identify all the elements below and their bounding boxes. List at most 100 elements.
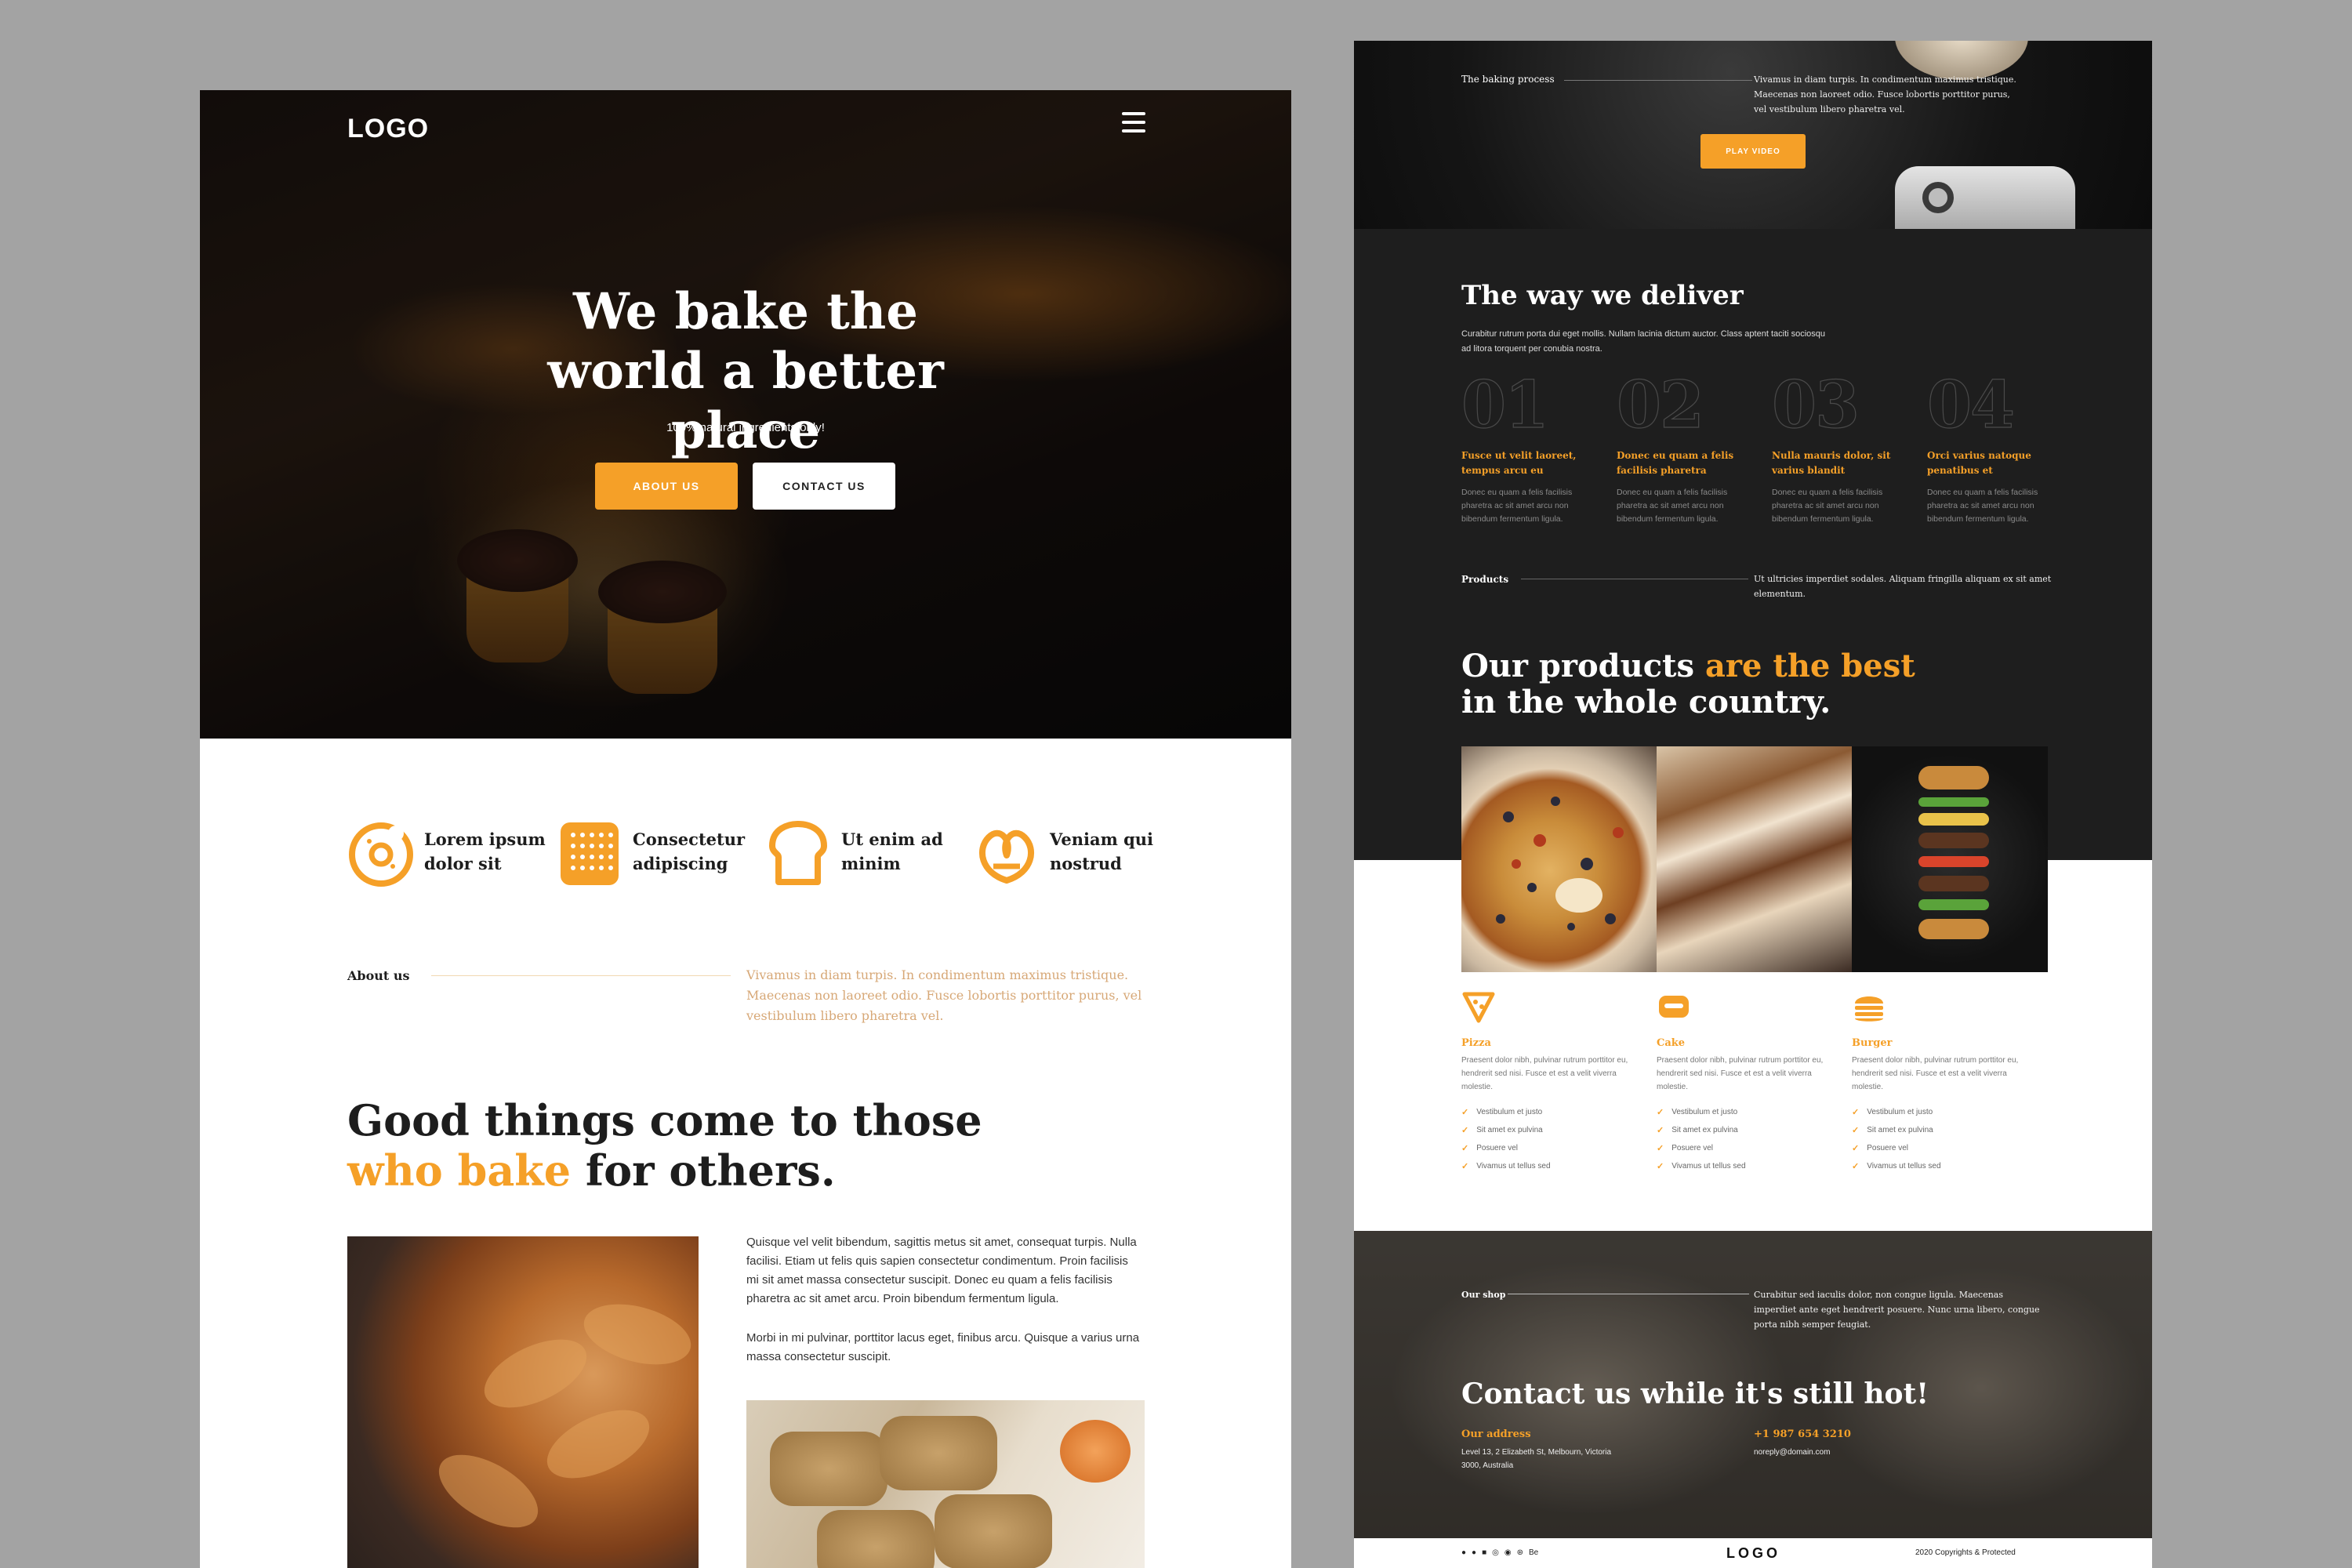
- check-icon: ✓: [1461, 1162, 1469, 1171]
- list-item-label: Vivamus ut tellus sed: [1867, 1162, 1941, 1171]
- feature-item: Lorem ipsum dolor sit: [347, 818, 546, 896]
- dribbble-icon[interactable]: ⊛: [1517, 1548, 1523, 1557]
- contact-us-button[interactable]: CONTACT US: [753, 463, 895, 510]
- step-description: Donec eu quam a felis facilisis pharetra…: [1927, 488, 2038, 524]
- list-item-label: Vivamus ut tellus sed: [1671, 1162, 1746, 1171]
- list-item: ✓ Vivamus ut tellus sed: [1657, 1157, 1845, 1175]
- check-icon: ✓: [1657, 1108, 1664, 1117]
- step-description: Donec eu quam a felis facilisis pharetra…: [1461, 488, 1573, 524]
- feature-label: Consectetur adipiscing: [633, 829, 746, 873]
- behance-icon[interactable]: Be: [1529, 1548, 1538, 1557]
- footer-logo[interactable]: LOGO: [1726, 1545, 1780, 1562]
- heading-part: Our products: [1461, 648, 1695, 684]
- hero-section: LOGO We bake the world a better place 10…: [200, 90, 1291, 739]
- step-title: Fusce ut velit laoreet, tempus arcu eu: [1461, 450, 1577, 476]
- burger-image: [1852, 746, 2048, 972]
- address-text: Level 13, 2 Elizabeth St, Melbourn, Vict…: [1461, 1448, 1612, 1470]
- product-name: Pizza: [1461, 1037, 1491, 1049]
- delivery-step: 02 Donec eu quam a felis facilisis phare…: [1616, 368, 1750, 526]
- list-item-label: Vivamus ut tellus sed: [1476, 1162, 1551, 1171]
- list-item: ✓ Posuere vel: [1657, 1139, 1845, 1157]
- phone-link[interactable]: +1 987 654 3210: [1754, 1428, 1851, 1440]
- heading-part: in the whole country.: [1461, 684, 1831, 720]
- check-icon: ✓: [1657, 1144, 1664, 1153]
- pretzel-icon: [979, 829, 1034, 884]
- list-item: ✓ Sit amet ex pulvina: [1657, 1121, 1845, 1139]
- check-icon: ✓: [1461, 1108, 1469, 1117]
- list-item-label: Posuere vel: [1671, 1144, 1714, 1152]
- list-item-label: Posuere vel: [1867, 1144, 1909, 1152]
- pinterest-icon[interactable]: ◉: [1504, 1548, 1512, 1557]
- product-card: Pizza Praesent dolor nibh, pulvinar rutr…: [1461, 989, 1650, 1175]
- check-icon: ✓: [1657, 1126, 1664, 1135]
- step-number: 02: [1616, 368, 1704, 443]
- delivery-step: 03 Nulla mauris dolor, sit varius blandi…: [1771, 368, 1905, 526]
- our-shop-text: Curabitur sed iaculis dolor, non congue …: [1754, 1290, 2040, 1330]
- contact-heading: Contact us while it's still hot!: [1461, 1377, 1929, 1410]
- bread-icon: [769, 821, 827, 885]
- about-us-label: About us: [347, 968, 410, 983]
- check-icon: ✓: [1852, 1144, 1860, 1153]
- social-links: ● ● ■ ◎ ◉ ⊛ Be: [1461, 1548, 1538, 1557]
- step-number: 04: [1926, 368, 2015, 443]
- body-paragraph: Quisque vel velit bibendum, sagittis met…: [746, 1236, 1137, 1305]
- address-label: Our address: [1461, 1428, 1531, 1440]
- divider: [431, 975, 731, 976]
- feature-item: Veniam qui nostrud: [973, 818, 1169, 896]
- divider: [1564, 80, 1752, 81]
- list-item: ✓ Posuere vel: [1461, 1139, 1650, 1157]
- check-icon: ✓: [1461, 1126, 1469, 1135]
- heading-part: Good things come to those: [347, 1095, 982, 1145]
- good-things-heading: Good things come to those who bake for o…: [347, 1095, 1053, 1196]
- product-feature-list: ✓ Vestibulum et justo ✓ Sit amet ex pulvin…: [1461, 1103, 1650, 1175]
- burger-icon: [1855, 996, 1883, 1022]
- scones-image: [746, 1400, 1145, 1568]
- feature-item: Ut enim ad minim: [764, 818, 960, 896]
- list-item: ✓ Vivamus ut tellus sed: [1852, 1157, 2040, 1175]
- step-title: Nulla mauris dolor, sit varius blandit: [1772, 450, 1891, 476]
- step-number: 01: [1461, 368, 1549, 443]
- copyright-text: 2020 Copyrights & Protected: [1915, 1548, 2016, 1557]
- deliver-heading: The way we deliver: [1461, 280, 1744, 311]
- instagram-icon[interactable]: ◎: [1492, 1548, 1499, 1557]
- list-item: ✓ Vivamus ut tellus sed: [1461, 1157, 1650, 1175]
- list-item-label: Vestibulum et justo: [1867, 1108, 1933, 1116]
- feature-label: Veniam qui nostrud: [1050, 829, 1154, 873]
- check-icon: ✓: [1852, 1108, 1860, 1117]
- product-description: Praesent dolor nibh, pulvinar rutrum por…: [1852, 1056, 2019, 1091]
- pizza-image: [1461, 746, 1657, 972]
- youtube-icon[interactable]: ■: [1482, 1548, 1486, 1557]
- about-us-button[interactable]: ABOUT US: [595, 463, 738, 510]
- list-item: ✓ Vestibulum et justo: [1852, 1103, 2040, 1121]
- step-description: Donec eu quam a felis facilisis pharetra…: [1772, 488, 1883, 524]
- hamburger-menu-icon[interactable]: [1122, 112, 1145, 136]
- check-icon: ✓: [1461, 1144, 1469, 1153]
- site-logo[interactable]: LOGO: [347, 114, 429, 144]
- cake-image: [1657, 746, 1853, 972]
- product-card: Burger Praesent dolor nibh, pulvinar rut…: [1852, 989, 2040, 1175]
- product-description: Praesent dolor nibh, pulvinar rutrum por…: [1461, 1056, 1628, 1091]
- step-title: Orci varius natoque penatibus et: [1927, 450, 2031, 476]
- play-video-button[interactable]: PLAY VIDEO: [1700, 134, 1806, 169]
- facebook-icon[interactable]: ●: [1461, 1548, 1466, 1557]
- twitter-icon[interactable]: ●: [1472, 1548, 1476, 1557]
- list-item-label: Posuere vel: [1476, 1144, 1519, 1152]
- list-item: ✓ Posuere vel: [1852, 1139, 2040, 1157]
- step-number: 03: [1771, 368, 1860, 443]
- list-item-label: Sit amet ex pulvina: [1671, 1126, 1738, 1134]
- products-text: Ut ultricies imperdiet sodales. Aliquam …: [1754, 574, 2052, 599]
- feature-label: Lorem ipsum dolor sit: [424, 829, 546, 873]
- list-item-label: Sit amet ex pulvina: [1867, 1126, 1933, 1134]
- about-us-text: Vivamus in diam turpis. In condimentum m…: [746, 967, 1142, 1023]
- list-item-label: Sit amet ex pulvina: [1476, 1126, 1543, 1134]
- our-shop-label: Our shop: [1461, 1290, 1506, 1300]
- email-link[interactable]: noreply@domain.com: [1754, 1448, 1830, 1457]
- cake-icon: [1659, 996, 1689, 1018]
- heading-highlight: are the best: [1705, 648, 1915, 684]
- baking-process-text: Vivamus in diam turpis. In condimentum m…: [1754, 74, 2016, 114]
- feature-label: Ut enim ad minim: [841, 829, 943, 873]
- pie-image: [347, 1236, 699, 1568]
- footer: ● ● ■ ◎ ◉ ⊛ Be LOGO 2020 Copyrights & Pr…: [1354, 1538, 2152, 1568]
- list-item: ✓ Sit amet ex pulvina: [1461, 1121, 1650, 1139]
- step-title: Donec eu quam a felis facilisis pharetra: [1617, 450, 1734, 476]
